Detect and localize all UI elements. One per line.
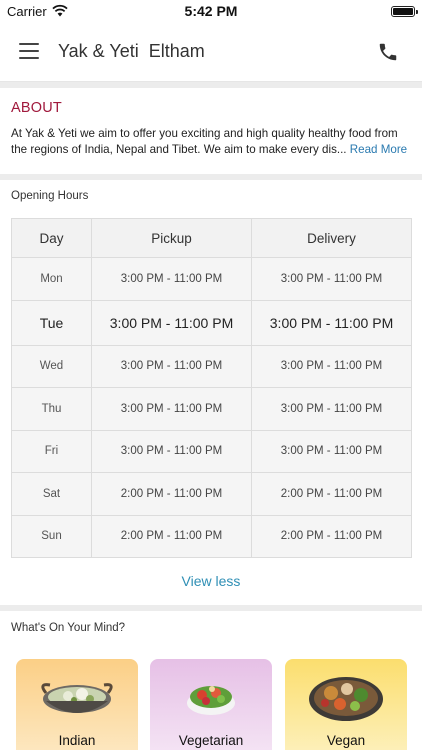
whats-on-your-mind-section: What's On Your Mind? Indian Vegetarian V… [0, 611, 422, 750]
pickup-hours-cell: 2:00 PM - 11:00 PM [91, 514, 252, 558]
day-cell: Wed [11, 344, 92, 388]
category-card-vegetarian[interactable]: Vegetarian [150, 659, 272, 750]
delivery-hours-cell: 2:00 PM - 11:00 PM [251, 514, 412, 558]
about-section: ABOUT At Yak & Yeti we aim to offer you … [0, 88, 422, 174]
day-cell: Thu [11, 387, 92, 431]
table-row: Sat 2:00 PM - 11:00 PM 2:00 PM - 11:00 P… [11, 472, 412, 516]
app-header: Yak & Yeti Eltham [0, 24, 422, 82]
column-header-delivery: Delivery [251, 218, 412, 258]
phone-icon[interactable] [377, 41, 399, 63]
about-line-2: the regions of India, Nepal and Tibet. W… [11, 142, 413, 158]
delivery-hours-cell: 3:00 PM - 11:00 PM [251, 257, 412, 301]
day-cell: Sun [11, 514, 92, 558]
table-row: Thu 3:00 PM - 11:00 PM 3:00 PM - 11:00 P… [11, 387, 412, 431]
day-cell: Tue [11, 299, 92, 346]
opening-hours-table: Day Pickup Delivery Mon 3:00 PM - 11:00 … [11, 218, 412, 558]
category-label: Vegan [326, 733, 366, 748]
vegetarian-salad-bowl-icon [187, 686, 235, 715]
delivery-hours-cell: 3:00 PM - 11:00 PM [251, 344, 412, 388]
category-label: Vegetarian [178, 733, 244, 748]
pickup-hours-cell: 3:00 PM - 11:00 PM [91, 387, 252, 431]
table-row: Fri 3:00 PM - 11:00 PM 3:00 PM - 11:00 P… [11, 429, 412, 473]
table-row: Sun 2:00 PM - 11:00 PM 2:00 PM - 11:00 P… [11, 514, 412, 558]
category-card-indian[interactable]: Indian [16, 659, 138, 750]
battery-icon [391, 6, 418, 17]
status-bar: Carrier 5:42 PM [0, 0, 422, 24]
about-line-1: At Yak & Yeti we aim to offer you exciti… [11, 127, 398, 140]
table-row-today: Tue 3:00 PM - 11:00 PM 3:00 PM - 11:00 P… [11, 299, 412, 346]
vegan-bowl-icon [309, 677, 383, 721]
opening-hours-section: Opening Hours Day Pickup Delivery Mon 3:… [0, 180, 422, 605]
table-header-row: Day Pickup Delivery [11, 218, 412, 258]
delivery-hours-cell: 3:00 PM - 11:00 PM [251, 387, 412, 431]
pickup-hours-cell: 3:00 PM - 11:00 PM [91, 257, 252, 301]
status-time: 5:42 PM [184, 3, 238, 19]
pickup-hours-cell: 3:00 PM - 11:00 PM [91, 429, 252, 473]
category-card-vegan[interactable]: Vegan [285, 659, 407, 750]
read-more-link[interactable]: Read More [350, 143, 407, 156]
pickup-hours-cell: 2:00 PM - 11:00 PM [91, 472, 252, 516]
hamburger-menu-icon[interactable] [19, 43, 39, 59]
table-row: Wed 3:00 PM - 11:00 PM 3:00 PM - 11:00 P… [11, 344, 412, 388]
view-less-link[interactable]: View less [0, 573, 422, 589]
whats-on-your-mind-heading: What's On Your Mind? [11, 622, 126, 634]
day-cell: Sat [11, 472, 92, 516]
day-cell: Mon [11, 257, 92, 301]
delivery-hours-cell: 3:00 PM - 11:00 PM [251, 429, 412, 473]
about-heading: ABOUT [11, 100, 62, 116]
column-header-day: Day [11, 218, 92, 258]
column-header-pickup: Pickup [91, 218, 252, 258]
about-line-2-text: the regions of India, Nepal and Tibet. W… [11, 142, 347, 156]
opening-hours-heading: Opening Hours [11, 190, 89, 202]
category-label: Indian [58, 733, 96, 748]
pickup-hours-cell: 3:00 PM - 11:00 PM [91, 299, 252, 346]
restaurant-title: Yak & Yeti Eltham [58, 41, 205, 61]
table-row: Mon 3:00 PM - 11:00 PM 3:00 PM - 11:00 P… [11, 257, 412, 301]
indian-curry-bowl-icon [41, 683, 113, 713]
pickup-hours-cell: 3:00 PM - 11:00 PM [91, 344, 252, 388]
about-description: At Yak & Yeti we aim to offer you exciti… [11, 126, 413, 157]
delivery-hours-cell: 2:00 PM - 11:00 PM [251, 472, 412, 516]
delivery-hours-cell: 3:00 PM - 11:00 PM [251, 299, 412, 346]
day-cell: Fri [11, 429, 92, 473]
